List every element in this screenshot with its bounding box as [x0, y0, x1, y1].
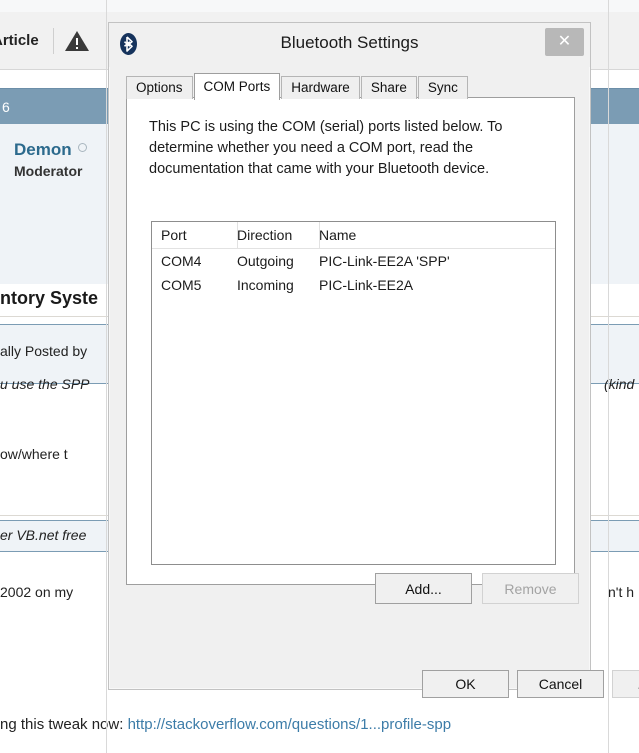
- cell-name: PIC-Link-EE2A 'SPP': [319, 253, 555, 269]
- table-row[interactable]: COM4 Outgoing PIC-Link-EE2A 'SPP': [152, 249, 555, 273]
- tab-hardware[interactable]: Hardware: [281, 76, 360, 99]
- remove-button: Remove: [482, 573, 579, 604]
- online-status-dot: [78, 143, 87, 152]
- nav-divider: [53, 28, 54, 54]
- tab-share[interactable]: Share: [361, 76, 417, 99]
- dialog-title: Bluetooth Settings: [109, 33, 590, 53]
- cell-direction: Outgoing: [237, 253, 319, 269]
- column-header-name[interactable]: Name: [319, 227, 555, 243]
- quote-body-text: u use the SPP: [0, 376, 90, 392]
- post-author-name[interactable]: Demon: [14, 140, 87, 160]
- footer-link[interactable]: http://stackoverflow.com/questions/1...p…: [128, 716, 452, 733]
- dialog-titlebar[interactable]: Bluetooth Settings ✕: [109, 23, 590, 67]
- background-line-2002-right: n't h: [608, 584, 634, 600]
- cell-port: COM5: [152, 277, 237, 293]
- warning-triangle-icon: [64, 29, 90, 53]
- list-header-row: Port Direction Name: [152, 222, 555, 249]
- background-top-strip: [0, 0, 639, 12]
- nav-item-article[interactable]: Article: [0, 32, 53, 49]
- column-header-port[interactable]: Port: [152, 227, 237, 243]
- background-line-how: ow/where t: [0, 446, 68, 462]
- quote-header-text: ally Posted by: [0, 343, 87, 359]
- bluetooth-settings-dialog: Bluetooth Settings ✕ Options COM Ports H…: [108, 22, 591, 690]
- apply-button: Apply: [612, 670, 639, 698]
- post-author-label: Demon: [14, 140, 72, 159]
- footer-text: ng this tweak now: http://stackoverflow.…: [0, 716, 451, 733]
- column-divider-1: [237, 222, 238, 249]
- close-icon[interactable]: ✕: [545, 28, 584, 56]
- column-header-direction[interactable]: Direction: [237, 227, 319, 243]
- tab-panel-com-ports: This PC is using the COM (serial) ports …: [126, 97, 575, 585]
- screen: Article 6 Demon Moderator ntory Syste al…: [0, 0, 639, 753]
- background-right-rule: [608, 0, 609, 753]
- tab-options[interactable]: Options: [126, 76, 193, 99]
- tab-sync[interactable]: Sync: [418, 76, 468, 99]
- background-left-rule: [106, 0, 107, 753]
- tab-com-ports[interactable]: COM Ports: [194, 73, 281, 100]
- column-divider-2: [319, 222, 320, 249]
- footer-prefix: ng this tweak now:: [0, 716, 123, 733]
- add-button[interactable]: Add...: [375, 573, 472, 604]
- tab-strip: Options COM Ports Hardware Share Sync: [126, 75, 575, 99]
- cell-name: PIC-Link-EE2A: [319, 277, 555, 293]
- background-line-vb: er VB.net free: [0, 527, 86, 543]
- ok-button[interactable]: OK: [422, 670, 509, 698]
- background-line-2002: 2002 on my: [0, 584, 73, 600]
- cancel-button[interactable]: Cancel: [517, 670, 604, 698]
- cell-port: COM4: [152, 253, 237, 269]
- post-author-role: Moderator: [14, 163, 82, 179]
- cell-direction: Incoming: [237, 277, 319, 293]
- table-row[interactable]: COM5 Incoming PIC-Link-EE2A: [152, 273, 555, 297]
- com-ports-list[interactable]: Port Direction Name COM4 Outgoing PIC-Li…: [151, 221, 556, 565]
- com-ports-description: This PC is using the COM (serial) ports …: [149, 117, 533, 180]
